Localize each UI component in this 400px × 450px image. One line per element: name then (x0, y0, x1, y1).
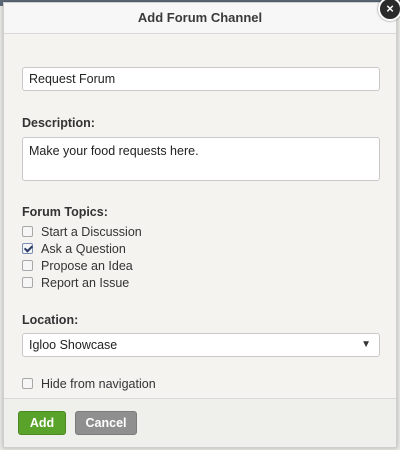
chevron-down-icon: ▼ (361, 339, 371, 350)
dialog-title: Add Forum Channel (4, 3, 396, 34)
description-label: Description: (22, 116, 95, 130)
location-selected-value: Igloo Showcase (29, 338, 118, 352)
location-select[interactable]: Igloo Showcase ▼ (22, 333, 380, 357)
topic-label: Propose an Idea (41, 258, 133, 273)
topic-option-start-discussion[interactable]: Start a Discussion (22, 223, 382, 240)
channel-name-input[interactable]: Request Forum (22, 67, 380, 91)
location-label: Location: (22, 313, 79, 327)
cancel-button[interactable]: Cancel (75, 411, 137, 435)
topic-option-propose-idea[interactable]: Propose an Idea (22, 257, 382, 274)
topic-option-report-issue[interactable]: Report an Issue (22, 274, 382, 291)
topic-option-ask-question[interactable]: Ask a Question (22, 240, 382, 257)
forum-topics-list: Start a Discussion Ask a Question Propos… (22, 223, 382, 291)
hide-nav-label: Hide from navigation (41, 376, 156, 391)
forum-topics-label: Forum Topics: (22, 205, 108, 219)
topic-checkbox[interactable] (22, 277, 33, 288)
topic-label: Start a Discussion (41, 224, 142, 239)
add-button[interactable]: Add (18, 411, 66, 435)
topic-checkbox[interactable] (22, 226, 33, 237)
forum-channel-form: Request Forum Description: Make your foo… (22, 67, 382, 392)
topic-label: Report an Issue (41, 275, 130, 290)
dialog-footer: Add Cancel (4, 398, 396, 447)
topic-checkbox[interactable] (22, 243, 33, 254)
hide-nav-checkbox[interactable] (22, 378, 33, 389)
add-forum-channel-dialog: Add Forum Channel × Request Forum Descri… (3, 0, 400, 448)
topic-label: Ask a Question (41, 241, 126, 256)
description-textarea[interactable]: Make your food requests here. (22, 137, 380, 181)
topic-checkbox[interactable] (22, 260, 33, 271)
close-icon[interactable]: × (378, 0, 400, 21)
hide-from-navigation-option[interactable]: Hide from navigation (22, 375, 382, 392)
